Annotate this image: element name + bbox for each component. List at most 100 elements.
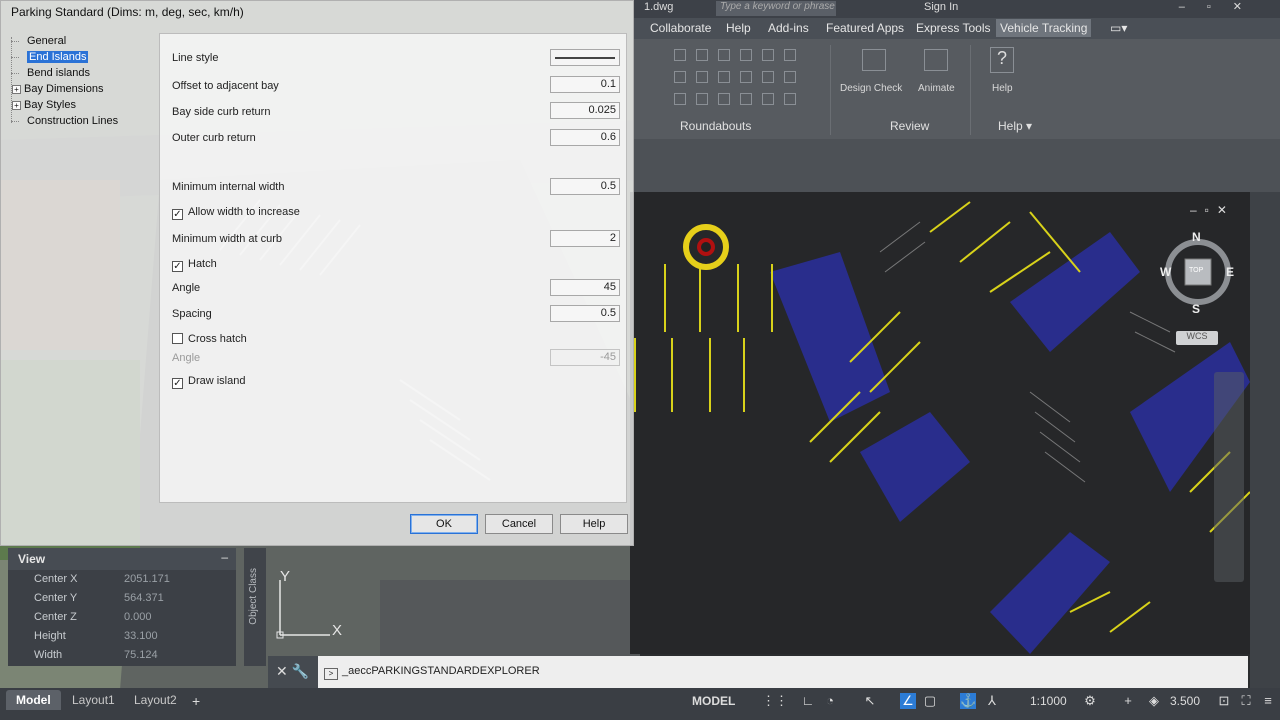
tab-model[interactable]: Model: [6, 690, 61, 710]
tool-icon[interactable]: [696, 93, 708, 105]
tool-icon[interactable]: [674, 71, 686, 83]
tab-layout1[interactable]: Layout1: [62, 690, 125, 710]
gear-icon[interactable]: ⚙: [1082, 693, 1098, 709]
tool-icon[interactable]: [696, 49, 708, 61]
compass-w[interactable]: W: [1160, 265, 1171, 279]
window-controls[interactable]: –▫✕: [1179, 0, 1264, 13]
angle-label: Angle: [172, 282, 201, 294]
min-internal-width-field[interactable]: 0.5: [550, 178, 620, 195]
expand-icon[interactable]: +: [12, 101, 21, 110]
tool-icon[interactable]: [784, 49, 796, 61]
tool-icon[interactable]: [784, 71, 796, 83]
tool-icon[interactable]: [718, 93, 730, 105]
osnap-icon[interactable]: ↖: [862, 693, 878, 709]
help-button[interactable]: Help: [560, 514, 628, 534]
collapse-icon[interactable]: –: [221, 550, 228, 564]
palette-row[interactable]: Height 33.100: [8, 627, 236, 646]
right-toolbar[interactable]: [1250, 192, 1280, 688]
fullscreen-icon[interactable]: ⛶: [1238, 693, 1254, 709]
command-line-controls[interactable]: ✕ 🔧: [268, 656, 318, 688]
tab-layout2[interactable]: Layout2: [124, 690, 187, 710]
compass-e[interactable]: E: [1226, 265, 1234, 279]
selection-cycling-icon[interactable]: ▢: [922, 693, 938, 709]
tool-icon[interactable]: [762, 71, 774, 83]
spacing-field[interactable]: 0.5: [550, 305, 620, 322]
tree-item-general[interactable]: General: [27, 35, 66, 47]
outer-curb-field[interactable]: 0.6: [550, 129, 620, 146]
angle-field[interactable]: 45: [550, 279, 620, 296]
tree-item-end-islands[interactable]: End Islands: [27, 51, 89, 63]
lineweight-icon[interactable]: ∠: [900, 693, 916, 709]
compass-s[interactable]: S: [1192, 302, 1200, 316]
expand-icon[interactable]: +: [12, 85, 21, 94]
plus-icon[interactable]: +: [1120, 693, 1136, 709]
tree-item-construction-lines[interactable]: Construction Lines: [27, 115, 118, 127]
tab-help[interactable]: Help: [726, 21, 751, 35]
hatch-checkbox[interactable]: ✓ Hatch: [172, 258, 217, 272]
sign-in-link[interactable]: Sign In: [924, 1, 958, 13]
polar-icon[interactable]: ◔: [822, 693, 838, 709]
viewcube-top-face[interactable]: TOP: [1189, 267, 1203, 274]
palette-row[interactable]: Center Z 0.000: [8, 608, 236, 627]
tool-icon[interactable]: [762, 93, 774, 105]
isolate-icon[interactable]: ⊡: [1216, 693, 1232, 709]
palette-row[interactable]: Center Y 564.371: [8, 589, 236, 608]
line-style-picker[interactable]: [550, 49, 620, 66]
menu-icon[interactable]: ≡: [1260, 693, 1276, 709]
tool-icon[interactable]: [674, 93, 686, 105]
palette-row[interactable]: Center X 2051.171: [8, 570, 236, 589]
ortho-icon[interactable]: ∟: [800, 693, 816, 709]
palette-header[interactable]: View –: [8, 548, 236, 570]
allow-width-checkbox[interactable]: ✓ Allow width to increase: [172, 206, 300, 220]
palette-side-tab[interactable]: Object Class: [244, 548, 266, 666]
navigation-bar[interactable]: [1214, 372, 1244, 582]
cad-drawing[interactable]: [630, 192, 1250, 654]
tab-add-ins[interactable]: Add-ins: [768, 21, 809, 35]
cancel-button[interactable]: Cancel: [485, 514, 553, 534]
annotation-visibility-icon[interactable]: ⚓: [960, 693, 976, 709]
palette-row[interactable]: Width 75.124: [8, 646, 236, 665]
ribbon-options-icon[interactable]: ▭▾: [1110, 21, 1127, 35]
close-icon[interactable]: ✕: [276, 663, 288, 679]
tool-icon[interactable]: [696, 71, 708, 83]
status-value[interactable]: 3.500: [1170, 694, 1200, 708]
tool-icon[interactable]: [740, 93, 752, 105]
tool-icon[interactable]: [740, 71, 752, 83]
tree-item-bend-islands[interactable]: Bend islands: [27, 67, 90, 79]
search-input[interactable]: Type a keyword or phrase: [716, 1, 836, 16]
tool-icon[interactable]: [740, 49, 752, 61]
tool-icon[interactable]: [784, 93, 796, 105]
wrench-icon[interactable]: 🔧: [292, 663, 309, 679]
tool-icon[interactable]: [762, 49, 774, 61]
animate-icon[interactable]: [924, 49, 948, 71]
viewport-window-controls[interactable]: –▫✕: [1190, 203, 1235, 217]
tree-item-bay-styles[interactable]: + Bay Styles: [12, 99, 76, 111]
grid-icon[interactable]: ⋮⋮: [762, 693, 788, 709]
tool-icon[interactable]: [718, 49, 730, 61]
model-space-toggle[interactable]: MODEL: [692, 694, 735, 708]
min-width-curb-field[interactable]: 2: [550, 230, 620, 247]
compass-n[interactable]: N: [1192, 230, 1201, 244]
tab-vehicle-tracking[interactable]: Vehicle Tracking: [996, 19, 1092, 37]
cross-hatch-checkbox[interactable]: Cross hatch: [172, 333, 247, 345]
wcs-menu[interactable]: WCS: [1176, 331, 1218, 345]
ok-button[interactable]: OK: [410, 514, 478, 534]
bay-side-curb-field[interactable]: 0.025: [550, 102, 620, 119]
tab-collaborate[interactable]: Collaborate: [650, 21, 711, 35]
design-check-icon[interactable]: [862, 49, 886, 71]
group-help[interactable]: Help ▾: [998, 119, 1032, 133]
command-input[interactable]: > _aeccPARKINGSTANDARDEXPLORER: [324, 665, 540, 680]
tool-icon[interactable]: [718, 71, 730, 83]
tab-featured-apps[interactable]: Featured Apps: [826, 21, 904, 35]
workspace-icon[interactable]: ◈: [1146, 693, 1162, 709]
help-icon[interactable]: ?: [990, 47, 1014, 73]
offset-bay-field[interactable]: 0.1: [550, 76, 620, 93]
draw-island-checkbox[interactable]: ✓ Draw island: [172, 375, 245, 389]
annotation-scale[interactable]: 1:1000: [1030, 694, 1067, 708]
tab-express-tools[interactable]: Express Tools: [916, 21, 990, 35]
tree-item-bay-dimensions[interactable]: + Bay Dimensions: [12, 83, 103, 95]
add-layout-button[interactable]: +: [182, 690, 210, 710]
tool-icon[interactable]: [674, 49, 686, 61]
viewcube[interactable]: N S E W TOP: [1160, 228, 1236, 320]
autoscale-icon[interactable]: ⅄: [984, 693, 1000, 709]
